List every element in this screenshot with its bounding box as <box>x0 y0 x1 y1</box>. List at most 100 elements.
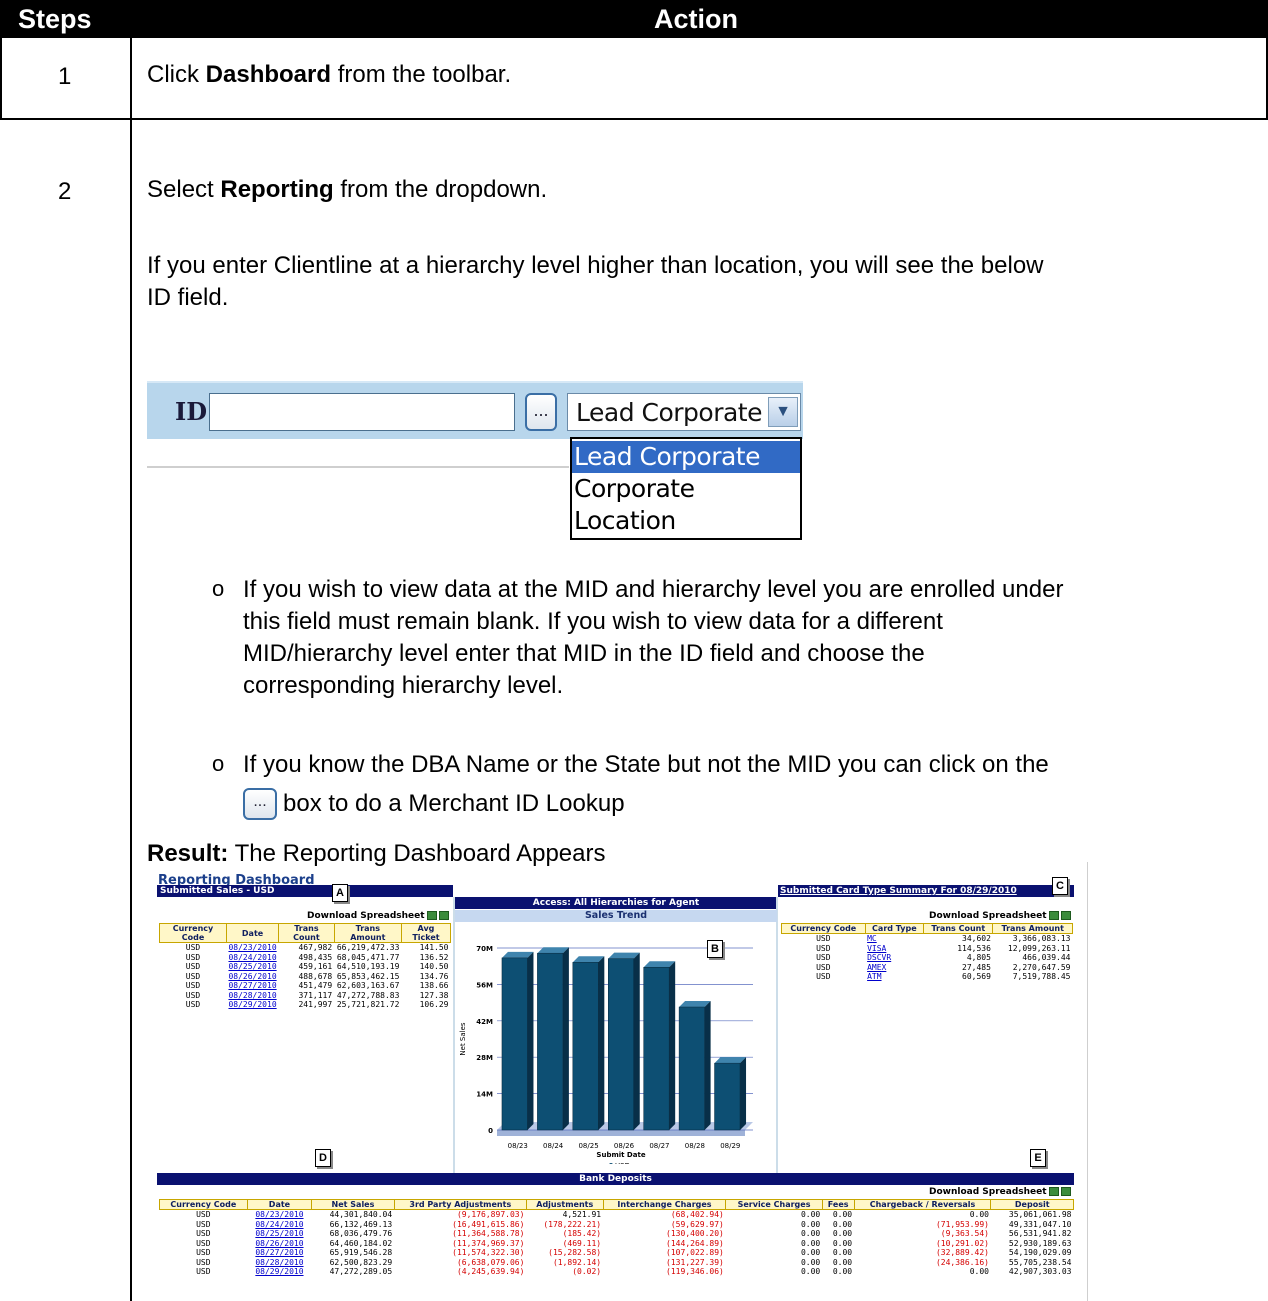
print-icon[interactable] <box>1060 1187 1071 1196</box>
row-link[interactable]: MC <box>867 934 877 943</box>
excel-icon[interactable] <box>1048 1187 1059 1196</box>
table-cell[interactable]: 08/27/2010 <box>247 1248 312 1258</box>
row-link[interactable]: 08/24/2010 <box>228 953 276 962</box>
step-2-paragraph-line2: ID field. <box>147 284 229 311</box>
row-link[interactable]: 08/27/2010 <box>228 981 276 990</box>
bar-side <box>598 956 605 1130</box>
row-link[interactable]: 08/25/2010 <box>255 1229 303 1238</box>
table-cell: 140.50 <box>419 962 449 971</box>
bar-side <box>669 961 676 1130</box>
table-cell: (6,638,079.06) <box>456 1257 525 1267</box>
id-field-panel: ID ... Lead Corporate ▼ <box>147 381 803 439</box>
table-cell[interactable]: 08/24/2010 <box>247 1220 312 1230</box>
table-cell: 0.00 <box>832 1229 853 1238</box>
table-cell: 134.76 <box>419 971 449 981</box>
bullet-1-line: this field must remain blank. If you wis… <box>243 608 943 635</box>
table-cell: (1,892.14) <box>552 1257 602 1267</box>
bullet-1-line: corresponding hierarchy level. <box>243 672 564 699</box>
chevron-down-icon[interactable]: ▼ <box>768 397 798 427</box>
row-link[interactable]: VISA <box>867 944 886 953</box>
table-cell[interactable]: 08/28/2010 <box>226 991 278 1001</box>
row-link[interactable]: 08/29/2010 <box>228 1000 276 1009</box>
bar <box>607 958 635 1131</box>
row-link[interactable]: 08/23/2010 <box>255 1210 303 1219</box>
table-cell[interactable]: 08/23/2010 <box>226 943 278 953</box>
dropdown-option[interactable]: Location <box>572 505 800 537</box>
table-cell[interactable]: VISA <box>865 944 924 954</box>
row-link[interactable]: 08/28/2010 <box>228 991 276 1000</box>
table-cell[interactable]: 08/25/2010 <box>247 1229 312 1239</box>
table-cell: (68,402.94) <box>670 1210 724 1219</box>
print-icon[interactable] <box>438 911 449 920</box>
table-cell: 49,331,047.10 <box>1008 1219 1072 1229</box>
table-cell: 34,602 <box>962 934 991 943</box>
table-cell: 4,521.91 <box>562 1210 602 1219</box>
x-tick-label: 08/28 <box>685 1142 705 1150</box>
table-cell[interactable]: DSCVR <box>865 953 924 963</box>
column-header: Card Type <box>864 923 925 934</box>
table-row: USD 08/24/2010 498,435 68,045,471.77 136.52 <box>160 953 451 963</box>
table-cell[interactable]: 08/28/2010 <box>247 1258 312 1268</box>
table-cell: 68,036,479.76 <box>329 1229 393 1238</box>
table-cell[interactable]: AMEX <box>865 963 924 973</box>
row-link[interactable]: 08/26/2010 <box>228 972 276 981</box>
row-link[interactable]: 08/28/2010 <box>255 1258 303 1267</box>
bar <box>537 952 564 1131</box>
table-cell: 44,301,840.04 <box>329 1210 393 1219</box>
step-1-pre: Click <box>147 61 206 88</box>
table-cell: (11,574,322.30) <box>452 1248 525 1257</box>
table-cell: (130,400.20) <box>666 1229 724 1238</box>
download-spreadsheet[interactable]: Download Spreadsheet <box>929 911 1071 921</box>
download-spreadsheet[interactable]: Download Spreadsheet <box>307 911 449 921</box>
step-2-bold: Reporting <box>220 176 334 203</box>
table-cell[interactable]: 08/29/2010 <box>226 1000 278 1010</box>
row-link[interactable]: 08/27/2010 <box>255 1248 303 1257</box>
id-input[interactable] <box>209 393 515 431</box>
column-header: Chargeback / Reversals <box>853 1199 992 1210</box>
bar-side <box>527 951 534 1130</box>
row-link[interactable]: AMEX <box>867 963 886 972</box>
table-cell[interactable]: MC <box>865 934 924 944</box>
table-cell: (59,629.97) <box>670 1219 724 1229</box>
step-2-number: 2 <box>58 178 72 205</box>
table-cell[interactable]: 08/25/2010 <box>226 962 278 972</box>
lookup-button[interactable]: ... <box>525 393 557 431</box>
table-header-row: Currency Code Date Trans Count Trans Amount… <box>159 923 452 943</box>
table-cell: 141.50 <box>419 943 449 952</box>
table-cell[interactable]: 08/26/2010 <box>247 1239 312 1249</box>
row-link[interactable]: 08/26/2010 <box>255 1239 303 1248</box>
row-link[interactable]: 08/25/2010 <box>228 962 276 971</box>
dropdown-option[interactable]: Corporate <box>572 473 800 505</box>
table-cell[interactable]: 08/23/2010 <box>247 1210 312 1220</box>
table-cell: USD <box>816 962 831 972</box>
row-link[interactable]: 08/23/2010 <box>228 943 276 952</box>
column-header: Currency Code <box>781 923 866 934</box>
table-cell: 66,132,469.13 <box>329 1219 393 1229</box>
column-header: Avg Ticket <box>400 923 452 943</box>
table-cell[interactable]: 08/26/2010 <box>226 972 278 982</box>
hierarchy-select[interactable]: Lead Corporate ▼ <box>567 393 801 431</box>
table-header-row: Currency Code Card Type Trans Count Trans A… <box>781 923 1073 934</box>
excel-icon[interactable] <box>426 911 437 920</box>
callout-a: A <box>332 884 348 902</box>
table-cell: USD <box>816 934 831 943</box>
download-spreadsheet[interactable]: Download Spreadsheet <box>929 1187 1071 1197</box>
print-icon[interactable] <box>1060 911 1071 920</box>
table-row: USD 08/27/2010 65,919,546.28 (11,574,322.30… <box>160 1248 1074 1258</box>
row-link[interactable]: ATM <box>867 972 881 981</box>
legend-label: USD <box>615 1162 630 1164</box>
table-cell[interactable]: 08/29/2010 <box>247 1267 312 1277</box>
dropdown-option[interactable]: Lead Corporate <box>572 441 800 473</box>
table-cell[interactable]: 08/27/2010 <box>226 981 278 991</box>
table-cell[interactable]: ATM <box>865 972 924 982</box>
table-row: USD DSCVR 4,805 466,039.44 <box>782 953 1073 963</box>
table-cell[interactable]: 08/24/2010 <box>226 953 278 963</box>
callout-e: E <box>1030 1149 1046 1167</box>
bullet-1-line: MID/hierarchy level enter that MID in th… <box>243 640 925 667</box>
excel-icon[interactable] <box>1048 911 1059 920</box>
row-link[interactable]: DSCVR <box>867 953 891 962</box>
row-link[interactable]: 08/29/2010 <box>255 1267 303 1276</box>
step-1-number: 1 <box>58 63 72 90</box>
table-cell: USD <box>185 971 201 981</box>
row-link[interactable]: 08/24/2010 <box>255 1220 303 1229</box>
